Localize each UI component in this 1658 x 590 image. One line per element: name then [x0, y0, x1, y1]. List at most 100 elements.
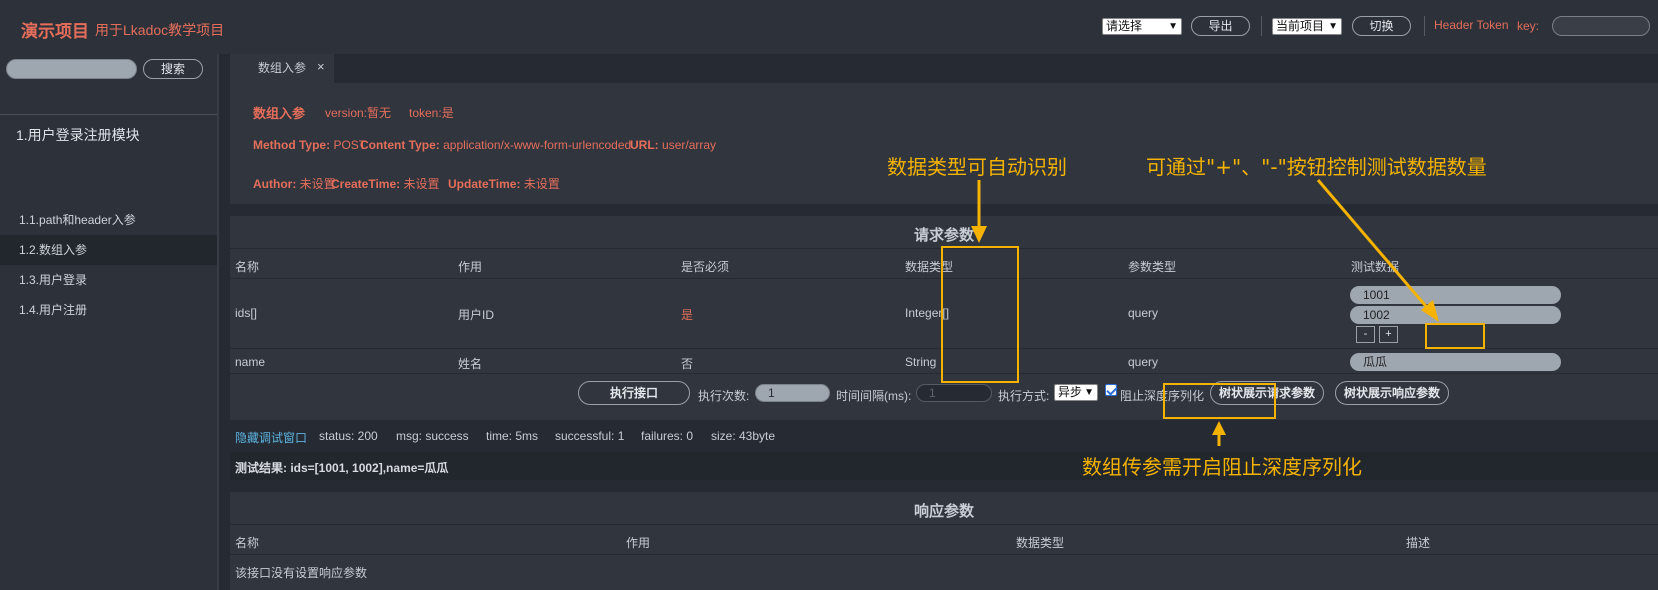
- tab-bar: 数组入参: [230, 54, 1658, 83]
- sidebar-border: [217, 54, 219, 590]
- token-value: 是: [441, 106, 454, 120]
- param-required: 是: [681, 308, 694, 322]
- col-header-name: 名称: [235, 260, 260, 274]
- sidebar-item-array-params[interactable]: 1.2.数组入参: [0, 235, 217, 265]
- test-result-bar: 测试结果: ids=[1001, 1002],name=瓜瓜: [230, 452, 1658, 480]
- param-location: query: [1128, 355, 1159, 369]
- interval-input[interactable]: 1: [916, 384, 992, 402]
- annotation-box-buttons: [1425, 323, 1485, 349]
- project-select[interactable]: 当前项目 ▼: [1272, 18, 1342, 35]
- param-name: name: [235, 355, 266, 369]
- exec-mode-value: 异步: [1058, 385, 1083, 399]
- version-field: version:暂无: [325, 104, 391, 121]
- sidebar-item-path-header[interactable]: 1.1.path和header入参: [0, 205, 217, 235]
- param-desc: 姓名: [458, 357, 483, 371]
- annotation-box-serialize: [1163, 383, 1276, 419]
- col-header-required: 是否必须: [681, 260, 730, 274]
- sidebar-module[interactable]: 1.用户登录注册模块: [0, 115, 217, 155]
- url-field: URL: user/array: [630, 138, 716, 152]
- col-header-test-data: 测试数据: [1351, 260, 1400, 274]
- export-button[interactable]: 导出: [1191, 16, 1250, 36]
- project-select-value: 当前项目: [1276, 19, 1325, 33]
- param-type: String: [905, 355, 937, 369]
- request-params-title: 请求参数: [913, 227, 974, 244]
- search-button[interactable]: 搜索: [143, 59, 203, 79]
- tab-label: 数组入参: [258, 61, 307, 75]
- chevron-down-icon: ▼: [1328, 21, 1338, 32]
- top-bar: 演示项目 用于Lkadoc教学项目 请选择 ▼ 导出 当前项目 ▼ 切换 Hea…: [0, 0, 1658, 54]
- content-type-field: Content Type: application/x-www-form-url…: [360, 138, 631, 152]
- status-size: size: 43byte: [711, 429, 776, 443]
- test-value-input[interactable]: 1001: [1350, 286, 1561, 304]
- brand-subtitle: 用于Lkadoc教学项目: [95, 22, 225, 38]
- annotation-serialize-note: 数组传参需开启阻止深度序列化: [1082, 455, 1362, 479]
- param-desc: 用户ID: [458, 308, 495, 322]
- token-label: token:: [409, 106, 442, 120]
- create-time-field: CreateTime: 未设置: [331, 175, 440, 192]
- test-value-input[interactable]: 瓜瓜: [1350, 353, 1561, 371]
- test-result: 测试结果: ids=[1001, 1002],name=瓜瓜: [235, 461, 449, 475]
- annotation-type-note: 数据类型可自动识别: [887, 155, 1067, 179]
- search-input[interactable]: [6, 59, 137, 79]
- exec-count-input[interactable]: 1: [755, 384, 830, 402]
- interval-label: 时间间隔(ms):: [836, 389, 912, 403]
- update-time-value: 未设置: [523, 177, 560, 191]
- col-header-desc: 作用: [458, 260, 483, 274]
- key-label: key:: [1517, 19, 1540, 33]
- author-field: Author: 未设置: [253, 175, 336, 192]
- resp-col-desc: 作用: [626, 536, 651, 550]
- resp-col-name: 名称: [235, 536, 260, 550]
- env-select-value: 请选择: [1106, 19, 1143, 33]
- chevron-down-icon: ▼: [1168, 21, 1178, 32]
- version-label: version:: [325, 106, 368, 120]
- add-value-button[interactable]: +: [1379, 326, 1398, 343]
- exec-mode-label: 执行方式:: [998, 389, 1050, 403]
- remove-value-button[interactable]: -: [1356, 326, 1375, 343]
- switch-button[interactable]: 切换: [1352, 16, 1411, 36]
- key-input[interactable]: [1552, 16, 1650, 36]
- api-info: 数组入参 version:暂无 token:是 Method Type: POS…: [230, 83, 1658, 204]
- test-value-input[interactable]: 1002: [1350, 306, 1561, 324]
- tree-response-button[interactable]: 树状展示响应参数: [1335, 381, 1449, 405]
- col-header-param-type: 参数类型: [1128, 260, 1177, 274]
- env-select[interactable]: 请选择 ▼: [1102, 18, 1182, 35]
- method-label: Method Type:: [253, 138, 331, 152]
- author-label: Author:: [253, 177, 297, 191]
- create-time-value: 未设置: [403, 177, 440, 191]
- execute-button[interactable]: 执行接口: [578, 381, 690, 405]
- annotation-box-type: [941, 246, 1019, 383]
- update-time-label: UpdateTime:: [448, 177, 521, 191]
- header-divider: [1424, 16, 1425, 36]
- status-successful: successful: 1: [555, 429, 625, 443]
- row-divider: [230, 524, 1658, 525]
- brand-title: 演示项目: [21, 22, 89, 41]
- response-params-title: 响应参数: [913, 503, 974, 520]
- sidebar-item-register[interactable]: 1.4.用户注册: [0, 295, 217, 325]
- close-icon[interactable]: ×: [317, 59, 325, 74]
- content-type-value: application/x-www-form-urlencoded: [443, 138, 632, 152]
- block-serialize-checkbox[interactable]: [1105, 384, 1117, 396]
- status-msg: msg: success: [396, 429, 469, 443]
- response-params: 响应参数 名称 作用 数据类型 描述 该接口没有设置响应参数: [230, 492, 1658, 590]
- sidebar: 搜索 1.用户登录注册模块 1.1.path和header入参 1.2.数组入参…: [0, 54, 219, 590]
- chevron-down-icon: ▼: [1084, 387, 1094, 398]
- header-divider: [1261, 16, 1262, 36]
- update-time-field: UpdateTime: 未设置: [448, 175, 560, 192]
- version-value: 暂无: [367, 106, 392, 120]
- param-name: ids[]: [235, 306, 258, 320]
- resp-col-remark: 描述: [1406, 536, 1431, 550]
- debug-status-bar: 隐藏调试窗口 status: 200 msg: success time: 5m…: [230, 420, 1658, 452]
- exec-mode-select[interactable]: 异步 ▼: [1054, 384, 1098, 401]
- hide-debug-link[interactable]: 隐藏调试窗口: [235, 429, 307, 446]
- row-divider: [230, 554, 1658, 555]
- header-token-label: Header Token: [1434, 18, 1509, 32]
- content-type-label: Content Type:: [360, 138, 440, 152]
- resp-col-type: 数据类型: [1016, 536, 1065, 550]
- sidebar-item-login[interactable]: 1.3.用户登录: [0, 265, 217, 295]
- create-time-label: CreateTime:: [331, 177, 401, 191]
- param-location: query: [1128, 306, 1159, 320]
- token-field: token:是: [409, 104, 454, 121]
- method-field: Method Type: POST: [253, 138, 366, 152]
- url-value: user/array: [662, 138, 717, 152]
- status-time: time: 5ms: [486, 429, 539, 443]
